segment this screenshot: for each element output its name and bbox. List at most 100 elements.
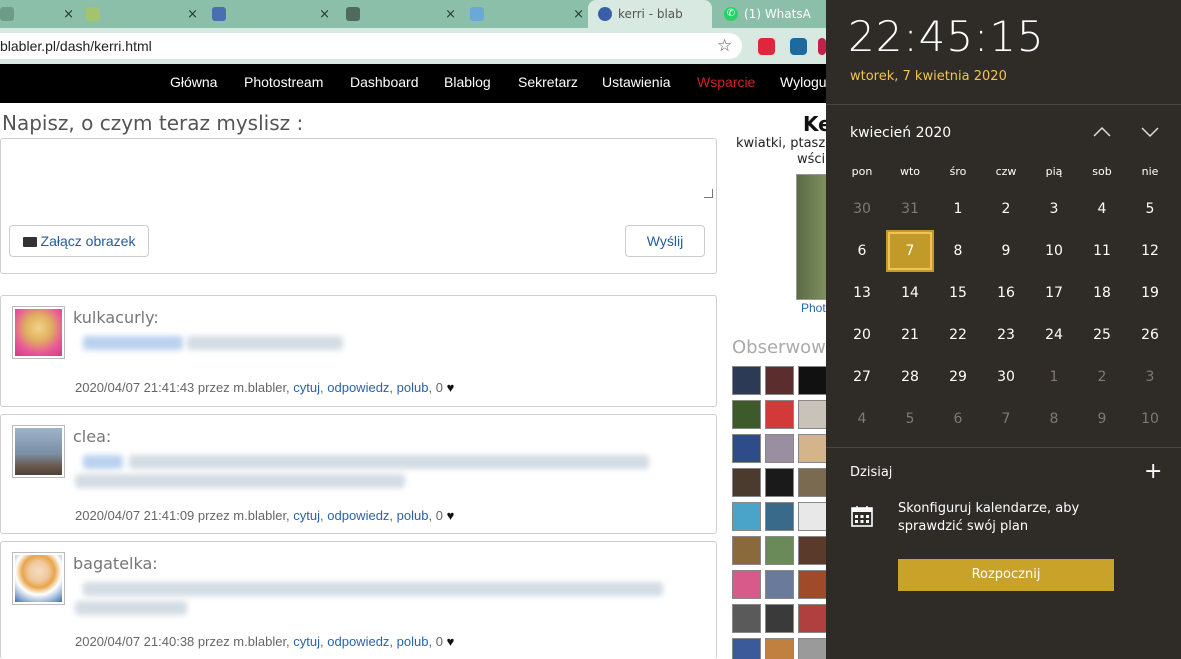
follower-avatar[interactable] [765, 468, 794, 497]
follower-avatar[interactable] [732, 536, 761, 565]
calendar-day[interactable]: 6 [838, 230, 886, 272]
calendar-day[interactable]: 10 [1030, 230, 1078, 272]
follower-avatar[interactable] [798, 366, 827, 395]
follower-avatar[interactable] [732, 604, 761, 633]
send-button[interactable]: Wyślij [625, 225, 705, 257]
chevron-down-icon[interactable] [1138, 120, 1162, 144]
calendar-day[interactable]: 7 [982, 398, 1030, 440]
tab-close-icon[interactable]: × [573, 7, 584, 22]
tab-close-icon[interactable]: × [445, 7, 456, 22]
like-link[interactable]: polub [397, 508, 429, 523]
follower-avatar[interactable] [798, 536, 827, 565]
calendar-day[interactable]: 28 [886, 356, 934, 398]
calendar-day[interactable]: 18 [1078, 272, 1126, 314]
calendar-day[interactable]: 30 [838, 188, 886, 230]
follower-avatar[interactable] [732, 400, 761, 429]
calendar-day[interactable]: 21 [886, 314, 934, 356]
tab-background-3[interactable]: × [212, 0, 338, 28]
calendar-day[interactable]: 19 [1126, 272, 1174, 314]
tab-background-1[interactable]: × [0, 0, 82, 28]
follower-avatar[interactable] [765, 366, 794, 395]
calendar-day[interactable]: 26 [1126, 314, 1174, 356]
nav-dashboard[interactable]: Dashboard [350, 64, 419, 103]
nav-wsparcie[interactable]: Wsparcie [697, 64, 755, 103]
extension-icon[interactable] [790, 38, 807, 55]
calendar-day[interactable]: 4 [838, 398, 886, 440]
calendar-day[interactable]: 2 [982, 188, 1030, 230]
calendar-day[interactable]: 3 [1126, 356, 1174, 398]
calendar-day[interactable]: 10 [1126, 398, 1174, 440]
post-author[interactable]: kulkacurly: [73, 308, 159, 327]
follower-avatar[interactable] [765, 400, 794, 429]
follower-avatar[interactable] [798, 570, 827, 599]
follower-avatar[interactable] [798, 604, 827, 633]
follower-avatar[interactable] [798, 502, 827, 531]
calendar-day[interactable]: 16 [982, 272, 1030, 314]
add-event-icon[interactable]: + [1144, 459, 1162, 484]
calendar-day[interactable]: 23 [982, 314, 1030, 356]
calendar-day[interactable]: 8 [934, 230, 982, 272]
calendar-day[interactable]: 3 [1030, 188, 1078, 230]
calendar-day-today[interactable]: 7 [886, 230, 934, 272]
avatar[interactable] [12, 425, 65, 478]
like-link[interactable]: polub [397, 380, 429, 395]
nav-glowna[interactable]: Główna [170, 64, 217, 103]
calendar-day[interactable]: 14 [886, 272, 934, 314]
nav-wyloguj[interactable]: Wylogu [780, 64, 827, 103]
follower-avatar[interactable] [765, 638, 794, 659]
follower-avatar[interactable] [765, 604, 794, 633]
calendar-day[interactable]: 29 [934, 356, 982, 398]
extension-icon[interactable] [758, 38, 775, 55]
follower-avatar[interactable] [798, 468, 827, 497]
reply-link[interactable]: odpowiedz [327, 380, 389, 395]
nav-blablog[interactable]: Blablog [444, 64, 491, 103]
calendar-day[interactable]: 17 [1030, 272, 1078, 314]
tab-close-icon[interactable]: × [319, 7, 330, 22]
calendar-day[interactable]: 5 [886, 398, 934, 440]
follower-avatar[interactable] [732, 502, 761, 531]
calendar-day[interactable]: 25 [1078, 314, 1126, 356]
attach-image-button[interactable]: Załącz obrazek [9, 225, 149, 257]
chevron-up-icon[interactable] [1090, 120, 1114, 144]
calendar-day[interactable]: 1 [1030, 356, 1078, 398]
nav-ustawienia[interactable]: Ustawienia [602, 64, 670, 103]
post-author[interactable]: clea: [73, 427, 111, 446]
start-button[interactable]: Rozpocznij [898, 559, 1114, 591]
like-link[interactable]: polub [397, 634, 429, 649]
calendar-day[interactable]: 2 [1078, 356, 1126, 398]
calendar-day[interactable]: 31 [886, 188, 934, 230]
nav-sekretarz[interactable]: Sekretarz [518, 64, 578, 103]
calendar-day[interactable]: 1 [934, 188, 982, 230]
calendar-day[interactable]: 20 [838, 314, 886, 356]
compose-textarea[interactable] [1, 139, 716, 203]
photostream-link[interactable]: Phot [801, 301, 826, 315]
follower-avatar[interactable] [732, 570, 761, 599]
follower-avatar[interactable] [732, 434, 761, 463]
reply-link[interactable]: odpowiedz [327, 508, 389, 523]
calendar-day[interactable]: 30 [982, 356, 1030, 398]
quote-link[interactable]: cytuj [293, 508, 320, 523]
calendar-day[interactable]: 11 [1078, 230, 1126, 272]
extension-icon[interactable] [818, 38, 826, 55]
follower-avatar[interactable] [732, 366, 761, 395]
calendar-day[interactable]: 9 [982, 230, 1030, 272]
calendar-day[interactable]: 9 [1078, 398, 1126, 440]
calendar-day[interactable]: 12 [1126, 230, 1174, 272]
calendar-day[interactable]: 15 [934, 272, 982, 314]
tab-background-5[interactable]: × [470, 0, 586, 28]
calendar-day[interactable]: 22 [934, 314, 982, 356]
reply-link[interactable]: odpowiedz [327, 634, 389, 649]
tab-kerri[interactable]: kerri - blab [588, 0, 712, 28]
avatar[interactable] [12, 552, 65, 605]
calendar-day[interactable]: 8 [1030, 398, 1078, 440]
follower-avatar[interactable] [732, 468, 761, 497]
nav-photostream[interactable]: Photostream [244, 64, 323, 103]
follower-avatar[interactable] [798, 400, 827, 429]
resize-grip-icon[interactable] [704, 189, 713, 198]
follower-avatar[interactable] [765, 434, 794, 463]
tab-whatsapp[interactable]: ✆ (1) WhatsA [716, 0, 826, 28]
follower-avatar[interactable] [732, 638, 761, 659]
tab-background-4[interactable]: × [346, 0, 464, 28]
post-author[interactable]: bagatelka: [73, 554, 158, 573]
tab-close-icon[interactable]: × [63, 7, 74, 22]
